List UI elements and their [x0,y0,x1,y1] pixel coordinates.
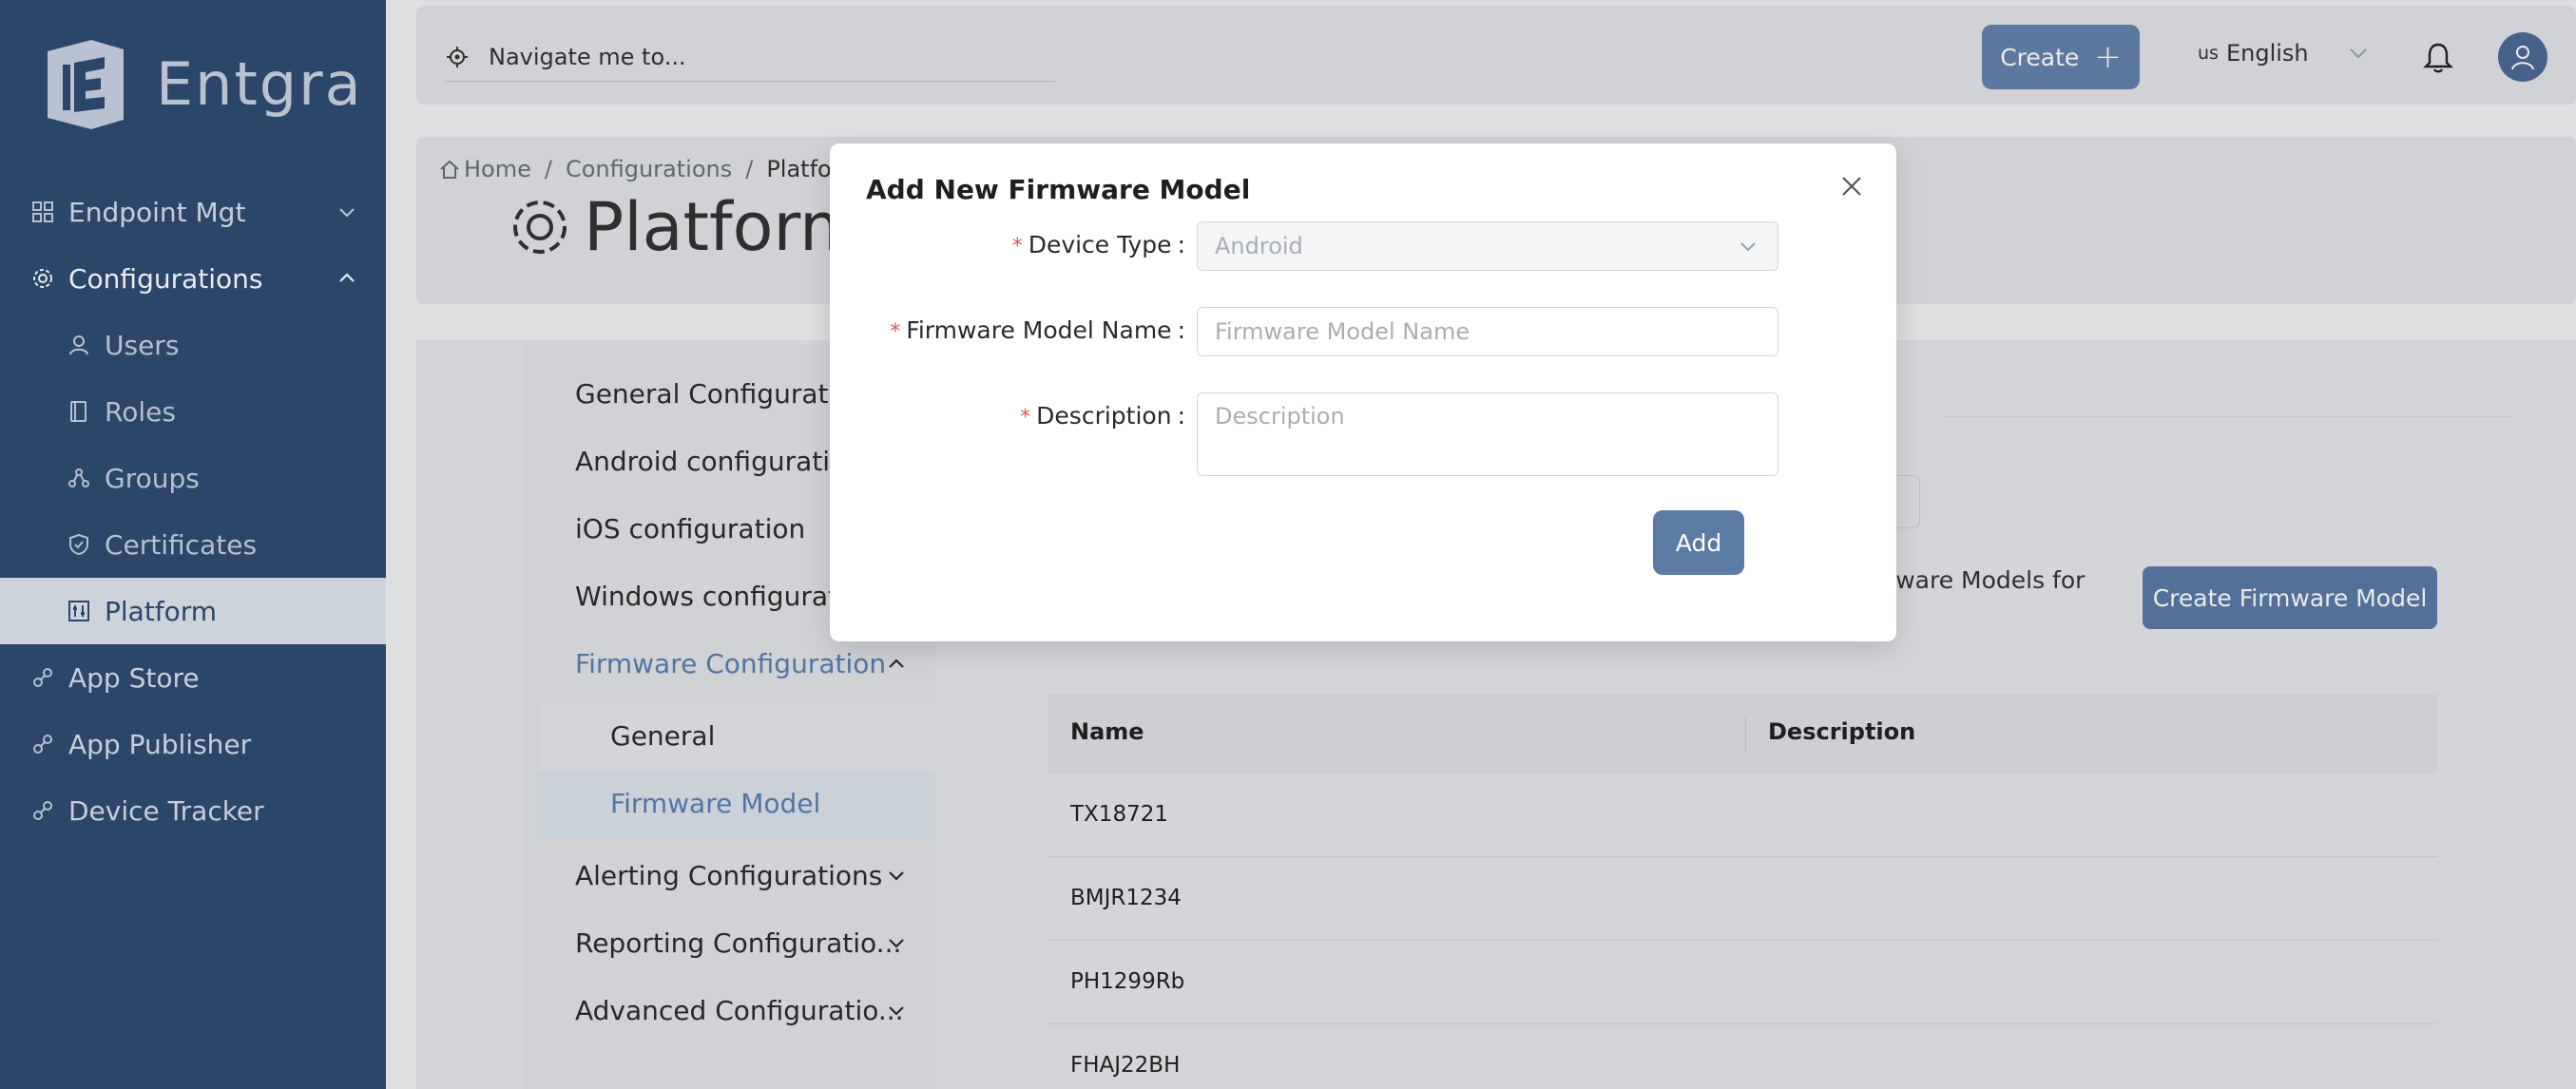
required-marker: * [1020,406,1031,430]
firmware-model-name-label: * Firmware Model Name: [890,316,1185,344]
device-type-value: Android [1215,233,1303,259]
firmware-model-name-placeholder: Firmware Model Name [1215,318,1471,345]
required-marker: * [890,320,901,344]
description-label-text: Description [1036,402,1172,430]
label-colon: : [1177,316,1185,344]
device-type-label: * Device Type: [1012,231,1185,258]
description-label: * Description: [1020,402,1185,430]
required-marker: * [1011,235,1023,258]
firmware-model-name-field[interactable]: Firmware Model Name [1197,307,1778,356]
label-colon: : [1177,402,1185,430]
add-button[interactable]: Add [1653,510,1744,575]
device-type-select[interactable]: Android [1197,221,1778,271]
description-placeholder: Description [1215,403,1345,430]
device-type-label-text: Device Type [1028,231,1172,258]
label-colon: : [1177,231,1185,258]
close-icon[interactable] [1839,174,1864,199]
add-firmware-model-dialog: Add New Firmware Model * Device Type: And… [830,143,1896,641]
firmware-model-name-label-text: Firmware Model Name [906,316,1172,344]
dialog-title: Add New Firmware Model [866,174,1251,205]
description-field[interactable]: Description [1197,392,1778,476]
chevron-down-icon [1740,242,1756,252]
